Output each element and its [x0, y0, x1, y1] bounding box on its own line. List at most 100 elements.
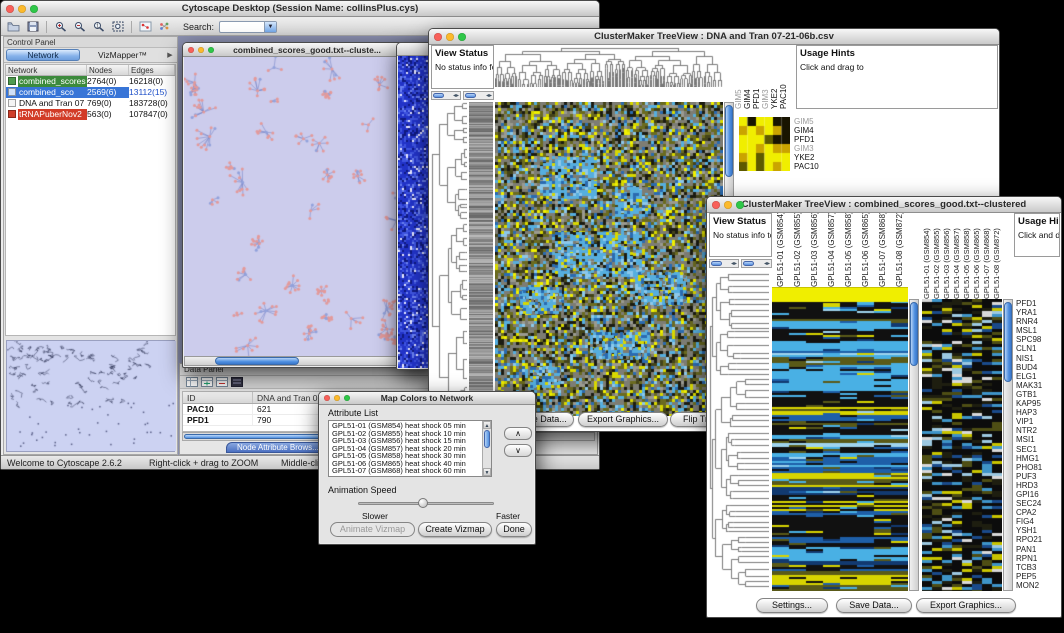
settings-button[interactable]: Settings...: [756, 598, 828, 613]
scrollbar-thumb[interactable]: [1004, 302, 1012, 382]
zoom-button[interactable]: [458, 33, 466, 41]
matrix-canvas[interactable]: [398, 56, 432, 368]
move-up-button[interactable]: ∧: [504, 427, 532, 440]
window-controls: [324, 395, 350, 401]
open-session-button[interactable]: [5, 19, 22, 34]
close-button[interactable]: [6, 5, 14, 13]
search-dropdown-icon[interactable]: ▼: [264, 22, 276, 32]
column-id[interactable]: ID: [183, 392, 253, 403]
tab-vizmapper[interactable]: VizMapper™: [80, 50, 165, 60]
network-list-row[interactable]: DNA and Tran 07769(0)183728(0): [6, 98, 175, 109]
row-index-strip-canvas[interactable]: [469, 102, 493, 416]
minimize-button[interactable]: [198, 47, 204, 53]
select-attributes-button[interactable]: [186, 377, 198, 387]
create-vizmap-button[interactable]: Create Vizmap: [418, 522, 492, 537]
zoom-fit-button[interactable]: [109, 19, 126, 34]
dialog-titlebar[interactable]: Map Colors to Network: [319, 392, 535, 405]
close-button[interactable]: [434, 33, 442, 41]
zoom-button[interactable]: [736, 201, 744, 209]
network-view-titlebar[interactable]: combined_scores_good.txt--cluste...: [183, 43, 431, 57]
scroll-arrows-icon[interactable]: ◂▸: [764, 260, 770, 268]
strip-hscrollbar[interactable]: ◂▸: [741, 259, 772, 268]
attribute-function-button[interactable]: [231, 377, 243, 387]
zoom-one-to-one-button[interactable]: 1: [90, 19, 107, 34]
minimize-button[interactable]: [724, 201, 732, 209]
selected-cluster-band[interactable]: [772, 287, 908, 299]
zoom-button[interactable]: [208, 47, 214, 53]
close-button[interactable]: [324, 395, 330, 401]
scrollbar-thumb[interactable]: [711, 261, 722, 266]
network-overview-canvas[interactable]: [7, 341, 176, 451]
scroll-arrows-icon[interactable]: ◂▸: [453, 92, 459, 100]
slider-thumb[interactable]: [418, 498, 428, 508]
export-graphics-button[interactable]: Export Graphics...: [578, 412, 668, 427]
zoom-out-button[interactable]: [71, 19, 88, 34]
network-list-row[interactable]: combined_sco2569(6)13112(15): [6, 87, 175, 98]
main-titlebar[interactable]: Cytoscape Desktop (Session Name: collins…: [1, 1, 599, 17]
zoom-heatmap-vscrollbar[interactable]: [1003, 299, 1013, 591]
scrollbar-thumb[interactable]: [465, 93, 476, 98]
attribute-list-item[interactable]: GPL51-05 (GSM858) heat shock 30 min: [330, 452, 481, 460]
scrollbar-thumb[interactable]: [433, 93, 444, 98]
network-graph-canvas[interactable]: [184, 57, 422, 357]
column-nodes[interactable]: Nodes: [87, 65, 129, 75]
minimize-button[interactable]: [334, 395, 340, 401]
network-hscrollbar[interactable]: [184, 356, 422, 366]
zoom-in-button[interactable]: [52, 19, 69, 34]
create-attribute-button[interactable]: [201, 377, 213, 387]
search-input[interactable]: ▼: [219, 21, 277, 33]
scrollbar-thumb[interactable]: [725, 105, 733, 177]
strip-hscrollbar[interactable]: ◂▸: [463, 91, 494, 100]
attribute-list-item[interactable]: GPL51-01 (GSM854) heat shock 05 min: [330, 422, 481, 430]
heatmap-canvas[interactable]: [495, 102, 723, 416]
attribute-list-item[interactable]: GPL51-07 (GSM868) heat shock 60 min: [330, 467, 481, 475]
tab-scroll-arrow-icon[interactable]: ▶: [165, 51, 175, 59]
scroll-arrows-icon[interactable]: ◂▸: [486, 92, 492, 100]
export-graphics-button[interactable]: Export Graphics...: [916, 598, 1016, 613]
save-session-button[interactable]: [24, 19, 41, 34]
attribute-list-vscrollbar[interactable]: ▲ ▼: [482, 421, 491, 476]
column-network[interactable]: Network: [6, 65, 87, 75]
scrollbar-thumb[interactable]: [910, 302, 918, 366]
scrollbar-thumb[interactable]: [484, 430, 490, 448]
close-button[interactable]: [712, 201, 720, 209]
scroll-arrows-icon[interactable]: ◂▸: [731, 260, 737, 268]
zoom-button[interactable]: [30, 5, 38, 13]
zoom-heatmap-canvas[interactable]: [922, 299, 1002, 591]
node-attribute-browser-tab[interactable]: Node Attribute Brows...: [226, 442, 330, 453]
gene-label: PFD1: [1016, 299, 1060, 308]
zoom-button[interactable]: [344, 395, 350, 401]
attribute-list-item[interactable]: GPL51-06 (GSM865) heat shock 40 min: [330, 460, 481, 468]
row-dendrogram-canvas[interactable]: [709, 270, 769, 590]
attribute-list-item[interactable]: GPL51-03 (GSM856) heat shock 15 min: [330, 437, 481, 445]
heatmap-vscrollbar[interactable]: [909, 299, 919, 591]
scrollbar-thumb[interactable]: [743, 261, 754, 266]
close-button[interactable]: [188, 47, 194, 53]
network-list-row[interactable]: tRNAPuberNov2563(0)107847(0): [6, 109, 175, 120]
column-dendrogram-canvas[interactable]: [495, 47, 723, 87]
scrollbar-thumb[interactable]: [215, 357, 299, 365]
treeview-combined-titlebar[interactable]: ClusterMaker TreeView : combined_scores_…: [707, 197, 1061, 213]
new-network-button[interactable]: [156, 19, 173, 34]
row-dendrogram-canvas[interactable]: [431, 102, 467, 416]
minimize-button[interactable]: [446, 33, 454, 41]
done-button[interactable]: Done: [496, 522, 532, 537]
animate-vizmap-button[interactable]: Animate Vizmap: [330, 522, 415, 537]
minimize-button[interactable]: [18, 5, 26, 13]
dendrogram-hscrollbar[interactable]: ◂▸: [431, 91, 461, 100]
column-edges[interactable]: Edges: [129, 65, 175, 75]
treeview-dna-titlebar[interactable]: ClusterMaker TreeView : DNA and Tran 07-…: [429, 29, 999, 45]
network-list-row[interactable]: combined_scores2764(0)16218(0): [6, 76, 175, 87]
save-data-button[interactable]: Save Data...: [836, 598, 912, 613]
scroll-up-icon[interactable]: ▲: [483, 421, 491, 429]
scroll-down-icon[interactable]: ▼: [483, 468, 491, 476]
network-overview-button[interactable]: [137, 19, 154, 34]
move-down-button[interactable]: ∨: [504, 444, 532, 457]
tab-network[interactable]: Network: [6, 49, 80, 61]
delete-attribute-button[interactable]: [216, 377, 228, 387]
attribute-list-item[interactable]: GPL51-02 (GSM855) heat shock 10 min: [330, 430, 481, 438]
dendrogram-hscrollbar[interactable]: ◂▸: [709, 259, 739, 268]
attribute-list-item[interactable]: GPL51-04 (GSM857) heat shock 20 min: [330, 445, 481, 453]
heatmap-canvas[interactable]: [772, 299, 908, 591]
summary-matrix-canvas[interactable]: [739, 117, 790, 171]
